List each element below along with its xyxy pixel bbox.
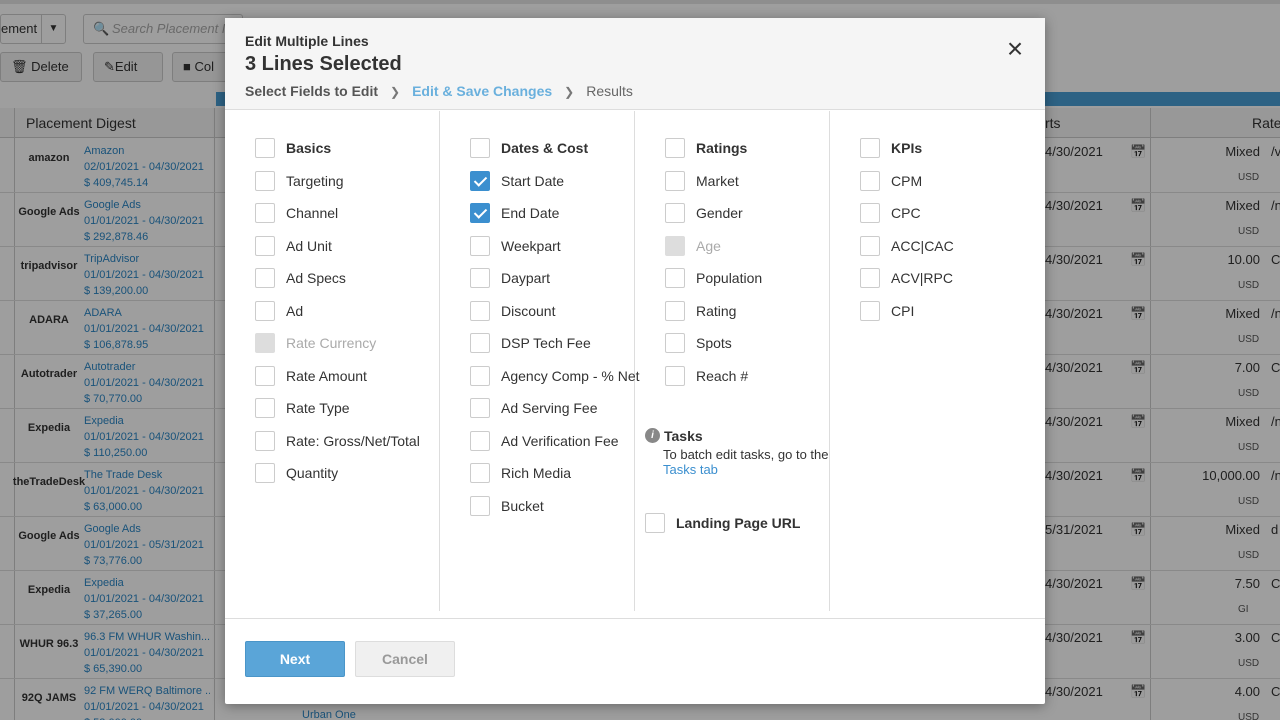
field-label: CPM [891,173,923,189]
field-label: Ad Specs [286,270,346,286]
breadcrumb-step-results: Results [586,83,633,99]
field-label: Rate Type [286,400,350,416]
field-label: Reach # [696,368,749,384]
checkbox[interactable] [665,171,685,191]
checkbox[interactable] [665,366,685,386]
checkbox[interactable] [470,236,490,256]
checkbox[interactable] [860,268,880,288]
edit-multiple-lines-dialog: Edit Multiple Lines 3 Lines Selected Sel… [225,18,1045,704]
field-label: Ad Verification Fee [501,433,619,449]
fields-column-dates-cost: Dates & Cost Start Date End Date Weekpart Da… [440,111,640,611]
checkbox[interactable] [665,301,685,321]
field-label: Bucket [501,498,544,514]
field-label: Ad Serving Fee [501,400,598,416]
field-label: Daypart [501,270,551,286]
breadcrumb: Select Fields to Edit ❯ Edit & Save Change… [245,83,633,99]
checkbox[interactable] [255,431,275,451]
field-label: Landing Page URL [676,515,801,531]
tasks-text-body: To batch edit tasks, go to the [663,447,829,462]
field-label: Market [696,173,739,189]
field-label: ACV|RPC [891,270,953,286]
dialog-footer: Next Cancel [225,618,1045,704]
checkbox[interactable] [665,203,685,223]
checkbox[interactable] [470,301,490,321]
checkbox[interactable] [665,138,685,158]
field-label: Age [696,238,721,254]
field-label: Basics [286,140,332,156]
field-label: Agency Comp - % Net [501,368,640,384]
field-label: CPI [891,303,915,319]
checkbox[interactable] [255,171,275,191]
checkbox[interactable] [255,138,275,158]
fields-column-ratings: Ratings Market Gender Age Population Rating Sp… [635,111,830,611]
checkbox[interactable] [470,203,490,223]
checkbox[interactable] [255,398,275,418]
checkbox[interactable] [665,268,685,288]
checkbox[interactable] [470,138,490,158]
chevron-right-icon: ❯ [390,85,401,99]
tasks-title: Tasks [664,428,703,444]
dialog-header: Edit Multiple Lines 3 Lines Selected Sel… [225,18,1045,110]
field-label: Discount [501,303,556,319]
checkbox[interactable] [255,236,275,256]
checkbox[interactable] [860,301,880,321]
checkbox[interactable] [470,431,490,451]
dialog-title: Edit Multiple Lines [245,33,369,49]
checkbox[interactable] [665,333,685,353]
tasks-tab-link[interactable]: Tasks tab [663,462,718,477]
field-label: Quantity [286,465,339,481]
checkbox[interactable] [860,171,880,191]
checkbox[interactable] [470,268,490,288]
field-label: Ratings [696,140,748,156]
checkbox[interactable] [860,138,880,158]
checkbox[interactable] [255,203,275,223]
checkbox[interactable] [645,513,665,533]
breadcrumb-step-select-fields: Select Fields to Edit [245,83,379,99]
checkbox[interactable] [470,366,490,386]
field-label: Rate Currency [286,335,377,351]
field-label: ACC|CAC [891,238,954,254]
dialog-subtitle: 3 Lines Selected [245,53,402,75]
field-label: Rate: Gross/Net/Total [286,433,420,449]
tasks-text: To batch edit tasks, go to the Tasks tab [663,447,833,477]
field-label: Population [696,270,763,286]
breadcrumb-step-edit-save: Edit & Save Changes [412,83,553,99]
field-label: DSP Tech Fee [501,335,591,351]
checkbox[interactable] [470,333,490,353]
chevron-right-icon: ❯ [564,85,575,99]
field-label: Weekpart [501,238,561,254]
checkbox[interactable] [860,203,880,223]
field-label: Spots [696,335,732,351]
field-label: Gender [696,205,743,221]
field-label: Ad [286,303,304,319]
field-label: Ad Unit [286,238,332,254]
checkbox[interactable] [255,366,275,386]
fields-column-basics: Basics Targeting Channel Ad Unit Ad Specs Ad R… [225,111,440,611]
field-label: KPIs [891,140,923,156]
field-label: CPC [891,205,921,221]
field-label: Rich Media [501,465,572,481]
checkbox[interactable] [470,463,490,483]
checkbox[interactable] [255,463,275,483]
field-label: Channel [286,205,339,221]
field-label: Targeting [286,173,344,189]
info-icon: i [645,428,660,443]
checkbox[interactable] [860,236,880,256]
checkbox[interactable] [470,496,490,516]
field-label: Rate Amount [286,368,367,384]
checkbox[interactable] [470,398,490,418]
field-label: End Date [501,205,560,221]
checkbox[interactable] [255,268,275,288]
checkbox [255,333,275,353]
field-label: Start Date [501,173,565,189]
checkbox[interactable] [255,301,275,321]
field-label: Dates & Cost [501,140,589,156]
cancel-button[interactable]: Cancel [355,641,455,677]
fields-column-kpis: KPIs CPM CPC ACC|CAC ACV|RPC CPI [830,111,1045,611]
checkbox [665,236,685,256]
close-icon[interactable]: × [1003,35,1027,63]
checkbox[interactable] [470,171,490,191]
field-label: Rating [696,303,737,319]
next-button[interactable]: Next [245,641,345,677]
